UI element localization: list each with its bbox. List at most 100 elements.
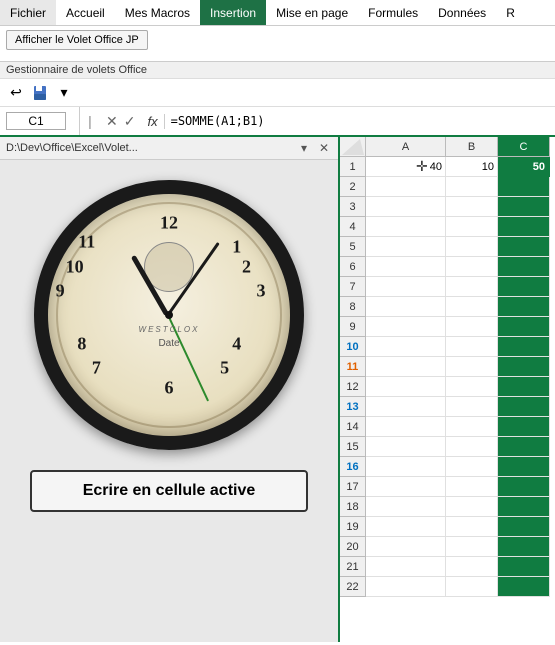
cell-a12[interactable] (366, 377, 446, 397)
table-row: 4 (340, 217, 555, 237)
cell-c8[interactable] (498, 297, 550, 317)
col-header-c[interactable]: C (498, 137, 550, 157)
cell-c6[interactable] (498, 257, 550, 277)
cell-c14[interactable] (498, 417, 550, 437)
menu-donnees[interactable]: Données (428, 0, 496, 25)
cancel-formula-btn[interactable]: ✕ (104, 113, 120, 130)
cell-c20[interactable] (498, 537, 550, 557)
cell-a5[interactable] (366, 237, 446, 257)
cell-a21[interactable] (366, 557, 446, 577)
cell-b17[interactable] (446, 477, 498, 497)
cell-b5[interactable] (446, 237, 498, 257)
row-number: 17 (340, 477, 366, 497)
formula-input[interactable] (165, 114, 555, 128)
cell-b19[interactable] (446, 517, 498, 537)
cell-a18[interactable] (366, 497, 446, 517)
cell-a22[interactable] (366, 577, 446, 597)
cell-a13[interactable] (366, 397, 446, 417)
cell-reference-box (0, 107, 80, 135)
cell-a11[interactable] (366, 357, 446, 377)
cell-a7[interactable] (366, 277, 446, 297)
menu-insertion[interactable]: Insertion (200, 0, 266, 25)
cell-c19[interactable] (498, 517, 550, 537)
afficher-volet-btn[interactable]: Afficher le Volet Office JP (6, 30, 148, 50)
col-header-a[interactable]: A (366, 137, 446, 157)
menu-formules[interactable]: Formules (358, 0, 428, 25)
clock-brand: WESTCLOX (139, 325, 200, 334)
cell-b10[interactable] (446, 337, 498, 357)
cell-a3[interactable] (366, 197, 446, 217)
cell-c16[interactable] (498, 457, 550, 477)
cell-a19[interactable] (366, 517, 446, 537)
cell-c1[interactable]: 50 (498, 157, 550, 177)
menu-accueil[interactable]: Accueil (56, 0, 115, 25)
row-number: 1 (340, 157, 366, 177)
cell-c9[interactable] (498, 317, 550, 337)
cell-b4[interactable] (446, 217, 498, 237)
row-number: 10 (340, 337, 366, 357)
cell-a16[interactable] (366, 457, 446, 477)
cell-b15[interactable] (446, 437, 498, 457)
cell-b3[interactable] (446, 197, 498, 217)
cell-a15[interactable] (366, 437, 446, 457)
cell-ref-input[interactable] (6, 112, 66, 130)
cell-c18[interactable] (498, 497, 550, 517)
cell-c7[interactable] (498, 277, 550, 297)
cell-c15[interactable] (498, 437, 550, 457)
menu-r[interactable]: R (496, 0, 525, 25)
cell-b20[interactable] (446, 537, 498, 557)
cell-c21[interactable] (498, 557, 550, 577)
row-number: 20 (340, 537, 366, 557)
cell-b7[interactable] (446, 277, 498, 297)
cell-a4[interactable] (366, 217, 446, 237)
col-headers-row: A B C (340, 137, 555, 157)
cell-c13[interactable] (498, 397, 550, 417)
undo-btn[interactable]: ↩ (6, 83, 26, 103)
cell-c12[interactable] (498, 377, 550, 397)
cell-b8[interactable] (446, 297, 498, 317)
cell-b12[interactable] (446, 377, 498, 397)
cell-c4[interactable] (498, 217, 550, 237)
gestionnaire-label: Gestionnaire de volets Office (0, 62, 555, 79)
cell-b9[interactable] (446, 317, 498, 337)
cell-a10[interactable] (366, 337, 446, 357)
cell-c22[interactable] (498, 577, 550, 597)
cell-a2[interactable] (366, 177, 446, 197)
save-icon[interactable] (30, 83, 50, 103)
cell-b16[interactable] (446, 457, 498, 477)
cell-c5[interactable] (498, 237, 550, 257)
dropdown-btn[interactable]: ▾ (54, 83, 74, 103)
confirm-formula-btn[interactable]: ✓ (122, 113, 138, 130)
table-row: 21 (340, 557, 555, 577)
col-header-b[interactable]: B (446, 137, 498, 157)
cell-a6[interactable] (366, 257, 446, 277)
cell-a20[interactable] (366, 537, 446, 557)
cell-a1[interactable]: ✛40 (366, 157, 446, 177)
cell-b22[interactable] (446, 577, 498, 597)
cell-a17[interactable] (366, 477, 446, 497)
panel-close-btn[interactable]: ✕ (316, 140, 332, 156)
cell-b11[interactable] (446, 357, 498, 377)
menu-mes-macros[interactable]: Mes Macros (115, 0, 200, 25)
cell-a14[interactable] (366, 417, 446, 437)
cell-b6[interactable] (446, 257, 498, 277)
cell-b2[interactable] (446, 177, 498, 197)
cell-c11[interactable] (498, 357, 550, 377)
menu-mise-en-page[interactable]: Mise en page (266, 0, 358, 25)
panel-dropdown-btn[interactable]: ▾ (296, 140, 312, 156)
cell-a8[interactable] (366, 297, 446, 317)
menu-fichier[interactable]: Fichier (0, 0, 56, 25)
write-cell-btn[interactable]: Ecrire en cellule active (30, 470, 308, 512)
table-row: 13 (340, 397, 555, 417)
cell-c17[interactable] (498, 477, 550, 497)
cell-c3[interactable] (498, 197, 550, 217)
cell-b21[interactable] (446, 557, 498, 577)
cell-b13[interactable] (446, 397, 498, 417)
cell-b14[interactable] (446, 417, 498, 437)
cell-b1[interactable]: 10 (446, 157, 498, 177)
cell-a9[interactable] (366, 317, 446, 337)
cell-b18[interactable] (446, 497, 498, 517)
cell-c2[interactable] (498, 177, 550, 197)
row-number: 13 (340, 397, 366, 417)
cell-c10[interactable] (498, 337, 550, 357)
